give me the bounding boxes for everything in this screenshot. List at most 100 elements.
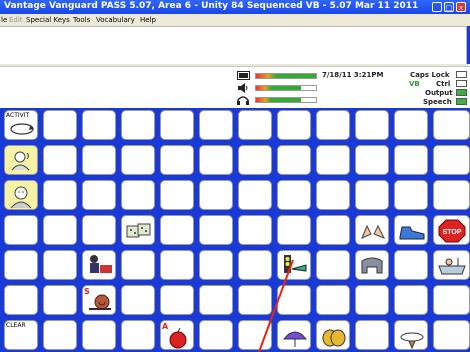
key-blank[interactable]	[43, 215, 77, 245]
key-hands[interactable]	[355, 215, 389, 245]
key-blank[interactable]	[199, 215, 233, 245]
stop-sign-icon: STOP	[438, 219, 466, 243]
snail-icon	[89, 294, 111, 310]
key-blank[interactable]	[121, 285, 155, 315]
key-blank[interactable]	[43, 110, 77, 140]
key-spinning[interactable]	[394, 320, 428, 350]
key-blank[interactable]	[82, 110, 116, 140]
key-blank[interactable]	[355, 145, 389, 175]
key-blank[interactable]	[433, 110, 470, 140]
key-blank[interactable]	[238, 180, 272, 210]
key-blank[interactable]	[4, 250, 38, 280]
key-blank[interactable]	[199, 180, 233, 210]
key-blank[interactable]	[355, 110, 389, 140]
key-elephant[interactable]	[355, 250, 389, 280]
key-blank[interactable]	[394, 145, 428, 175]
key-blank[interactable]	[82, 320, 116, 350]
menu-file[interactable]: le	[1, 16, 7, 24]
key-blank[interactable]	[43, 250, 77, 280]
key-blank[interactable]	[82, 215, 116, 245]
key-blank[interactable]	[433, 320, 470, 350]
key-blank[interactable]	[316, 145, 350, 175]
key-shoe[interactable]	[394, 215, 428, 245]
key-blank[interactable]	[160, 180, 194, 210]
key-dice[interactable]	[121, 215, 155, 245]
theater-masks-icon	[322, 329, 346, 347]
ctrl-label: Ctrl	[436, 80, 451, 88]
key-blank[interactable]	[355, 285, 389, 315]
key-blank[interactable]	[433, 145, 470, 175]
key-person-driving[interactable]	[82, 250, 116, 280]
key-self-care[interactable]	[4, 145, 38, 175]
message-display[interactable]	[0, 26, 467, 66]
key-blank[interactable]	[160, 145, 194, 175]
key-blank[interactable]	[121, 320, 155, 350]
key-blank[interactable]	[160, 250, 194, 280]
key-blank[interactable]	[433, 180, 470, 210]
key-blank[interactable]	[316, 215, 350, 245]
key-stop[interactable]: STOP	[433, 215, 470, 245]
key-blank[interactable]	[238, 145, 272, 175]
key-blank[interactable]	[199, 250, 233, 280]
maximize-button[interactable]: □	[444, 2, 454, 12]
key-blank[interactable]	[277, 215, 311, 245]
key-blank[interactable]	[355, 180, 389, 210]
key-blank[interactable]	[316, 110, 350, 140]
key-blank[interactable]	[277, 180, 311, 210]
key-blank[interactable]	[160, 110, 194, 140]
key-clear[interactable]: CLEAR	[4, 320, 38, 350]
stop-label: STOP	[443, 229, 462, 236]
key-blank[interactable]	[4, 285, 38, 315]
key-blank[interactable]	[121, 250, 155, 280]
key-blank[interactable]	[277, 110, 311, 140]
key-blank[interactable]	[394, 180, 428, 210]
key-snail[interactable]: S	[82, 285, 116, 315]
key-blank[interactable]	[4, 215, 38, 245]
key-blank[interactable]	[43, 320, 77, 350]
speaker-volume-slider[interactable]	[255, 85, 317, 91]
battery-meter	[255, 73, 317, 79]
person-face-icon	[10, 186, 32, 209]
key-blank[interactable]	[43, 180, 77, 210]
key-people[interactable]	[4, 180, 38, 210]
key-blank[interactable]	[316, 180, 350, 210]
key-blank[interactable]	[316, 250, 350, 280]
key-blank[interactable]	[82, 145, 116, 175]
key-blank[interactable]	[43, 285, 77, 315]
key-blank[interactable]	[433, 285, 470, 315]
close-button[interactable]: x	[456, 2, 466, 12]
key-activities[interactable]: ACTIVIT	[4, 110, 38, 140]
key-blank[interactable]	[277, 145, 311, 175]
key-blank[interactable]	[160, 285, 194, 315]
key-blank[interactable]	[199, 285, 233, 315]
key-blank[interactable]	[160, 215, 194, 245]
key-blank[interactable]	[199, 320, 233, 350]
key-blank[interactable]	[121, 110, 155, 140]
menu-tools[interactable]: Tools	[73, 16, 90, 24]
key-blank[interactable]	[394, 110, 428, 140]
menu-bar: le Edit Special Keys Tools Vocabulary He…	[0, 14, 470, 26]
menu-special-keys[interactable]: Special Keys	[26, 16, 70, 24]
headset-volume-slider[interactable]	[255, 97, 317, 103]
key-blank[interactable]	[199, 110, 233, 140]
key-blank[interactable]	[238, 215, 272, 245]
key-blank[interactable]	[121, 145, 155, 175]
key-blank[interactable]	[199, 145, 233, 175]
minimize-button[interactable]: _	[432, 2, 442, 12]
menu-help[interactable]: Help	[140, 16, 156, 24]
key-blank[interactable]	[82, 180, 116, 210]
key-bath[interactable]	[433, 250, 470, 280]
key-blank[interactable]	[121, 180, 155, 210]
key-blank[interactable]	[394, 250, 428, 280]
key-masks[interactable]	[316, 320, 350, 350]
key-blank[interactable]	[355, 320, 389, 350]
person-at-desk-icon	[90, 255, 112, 273]
key-apple[interactable]: A	[160, 320, 194, 350]
key-blank[interactable]	[316, 285, 350, 315]
key-blank[interactable]	[394, 285, 428, 315]
clear-label: CLEAR	[6, 322, 26, 329]
key-blank[interactable]	[43, 145, 77, 175]
menu-edit[interactable]: Edit	[9, 16, 23, 24]
key-blank[interactable]	[238, 110, 272, 140]
menu-vocabulary[interactable]: Vocabulary	[96, 16, 135, 24]
